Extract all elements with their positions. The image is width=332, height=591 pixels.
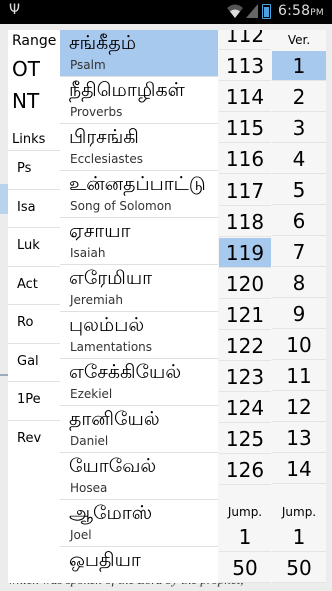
- chapter-item[interactable]: 113: [219, 51, 271, 82]
- chapter-item[interactable]: 122: [219, 331, 271, 361]
- book-item[interactable]: யோவேல் Hosea: [60, 453, 218, 500]
- verse-item[interactable]: 12: [272, 392, 326, 422]
- book-tamil-name: உன்னதப்பாட்டு: [69, 173, 206, 195]
- range-links-column: Range OT NT Links Ps Isa Luk Act Ro Gal 1Pe Rev: [8, 30, 60, 583]
- link-1pe[interactable]: 1Pe: [8, 381, 60, 419]
- verse-item[interactable]: 1: [272, 51, 326, 81]
- chapter-list[interactable]: 112 113 114 115 116 117 118 119 120 121 122 123 124 1…: [219, 30, 271, 583]
- book-tamil-name: தானியேல்: [69, 408, 160, 430]
- book-tamil-name: நீதிமொழிகள்: [69, 79, 185, 101]
- book-tamil-name: யோவேல்: [69, 455, 157, 477]
- chapter-jump-label: Jump.: [227, 505, 263, 519]
- verse-item[interactable]: 13: [272, 423, 326, 453]
- signal-icon: [246, 4, 258, 18]
- book-english-name: Isaiah: [70, 246, 106, 260]
- verse-list[interactable]: Ver. 1234567891011121314 Jump. 1 50 100: [272, 30, 326, 583]
- chapter-item[interactable]: 124: [219, 393, 271, 424]
- book-tamil-name: ஆமோஸ்: [69, 502, 153, 524]
- verse-jump-label: Jump.: [281, 505, 317, 519]
- chapter-item[interactable]: 119: [219, 237, 271, 268]
- range-nt[interactable]: NT: [12, 89, 39, 113]
- book-item[interactable]: பிரசங்கி Ecclesiastes: [60, 124, 218, 171]
- verse-item[interactable]: 10: [272, 330, 326, 360]
- book-list[interactable]: சங்கீதம் Psalm நீதிமொழிகள் Proverbs பிரசங்கி…: [60, 30, 218, 583]
- range-ot[interactable]: OT: [12, 57, 40, 81]
- book-english-name: Hosea: [70, 481, 108, 495]
- book-item[interactable]: உன்னதப்பாட்டு Song of Solomon: [60, 171, 218, 218]
- book-tamil-name: எசேக்கியேல்: [69, 361, 182, 383]
- chapter-item[interactable]: 125: [219, 424, 271, 455]
- book-item[interactable]: ஏசாயா Isaiah: [60, 218, 218, 265]
- chapter-item[interactable]: 123: [219, 362, 271, 393]
- chapter-item[interactable]: 115: [219, 113, 271, 144]
- verse-item[interactable]: 6: [272, 206, 326, 236]
- verse-jump-1[interactable]: 1: [272, 522, 326, 552]
- link-isa[interactable]: Isa: [8, 188, 60, 227]
- book-item[interactable]: எசேக்கியேல் Ezekiel: [60, 359, 218, 406]
- link-gal[interactable]: Gal: [8, 342, 60, 381]
- book-tamil-name: புலம்பல்: [69, 314, 145, 336]
- book-item[interactable]: நீதிமொழிகள் Proverbs: [60, 77, 218, 124]
- usb-icon: Ψ: [9, 2, 21, 18]
- book-navigator-dialog: Range OT NT Links Ps Isa Luk Act Ro Gal 1Pe Rev…: [8, 30, 326, 583]
- verse-item[interactable]: 3: [272, 113, 326, 143]
- link-rev[interactable]: Rev: [8, 419, 60, 458]
- book-english-name: Proverbs: [70, 105, 123, 119]
- chapter-item[interactable]: 112: [219, 30, 271, 50]
- book-item[interactable]: சங்கீதம் Psalm: [60, 30, 218, 77]
- link-ps[interactable]: Ps: [8, 150, 60, 188]
- book-tamil-name: ஏசாயா: [69, 220, 131, 242]
- verse-item[interactable]: 8: [272, 268, 326, 298]
- verse-item[interactable]: 2: [272, 82, 326, 112]
- verse-item[interactable]: 4: [272, 144, 326, 174]
- verse-item[interactable]: 9: [272, 299, 326, 329]
- book-english-name: Jeremiah: [70, 293, 123, 307]
- chapter-item[interactable]: 114: [219, 82, 271, 113]
- verse-item[interactable]: 5: [272, 175, 326, 205]
- book-tamil-name: ஒபதியா: [69, 549, 141, 571]
- chapter-item[interactable]: 116: [219, 144, 271, 175]
- book-english-name: Ecclesiastes: [70, 152, 144, 166]
- book-item[interactable]: தானியேல் Daniel: [60, 406, 218, 453]
- chapter-jump-1[interactable]: 1: [219, 522, 271, 552]
- links-label: Links: [12, 132, 46, 147]
- chapter-item[interactable]: 121: [219, 300, 271, 330]
- verse-jump-50[interactable]: 50: [272, 553, 326, 583]
- book-english-name: Ezekiel: [70, 387, 113, 401]
- chapter-item[interactable]: 120: [219, 269, 271, 299]
- verse-item[interactable]: 7: [272, 237, 326, 267]
- verse-item[interactable]: 11: [272, 361, 326, 391]
- battery-icon: [262, 4, 271, 19]
- wifi-icon: [227, 4, 243, 18]
- book-item[interactable]: எரேமியா Jeremiah: [60, 265, 218, 312]
- link-act[interactable]: Act: [8, 265, 60, 304]
- book-english-name: Psalm: [70, 58, 106, 72]
- range-label: Range: [12, 33, 57, 49]
- book-item[interactable]: ஆமோஸ் Joel: [60, 500, 218, 547]
- book-english-name: Joel: [70, 528, 92, 542]
- book-tamil-name: பிரசங்கி: [69, 126, 139, 148]
- book-tamil-name: எரேமியா: [69, 267, 153, 289]
- chapter-jump-50[interactable]: 50: [219, 553, 271, 583]
- chapter-item[interactable]: 117: [219, 176, 271, 206]
- status-bar: Ψ 6:58PM: [0, 0, 332, 24]
- book-english-name: Daniel: [70, 434, 109, 448]
- link-ro[interactable]: Ro: [8, 304, 60, 342]
- clock: 6:58PM: [278, 3, 324, 19]
- link-luk[interactable]: Luk: [8, 227, 60, 265]
- verse-label: Ver.: [287, 33, 311, 47]
- book-item[interactable]: புலம்பல் Lamentations: [60, 312, 218, 359]
- book-english-name: Lamentations: [70, 340, 153, 354]
- chapter-item[interactable]: 126: [219, 455, 271, 486]
- verse-item[interactable]: 14: [272, 454, 326, 484]
- book-item[interactable]: ஒபதியா: [60, 547, 218, 583]
- book-tamil-name: சங்கீதம்: [69, 32, 136, 54]
- chapter-item[interactable]: 118: [219, 207, 271, 237]
- book-english-name: Song of Solomon: [70, 199, 172, 213]
